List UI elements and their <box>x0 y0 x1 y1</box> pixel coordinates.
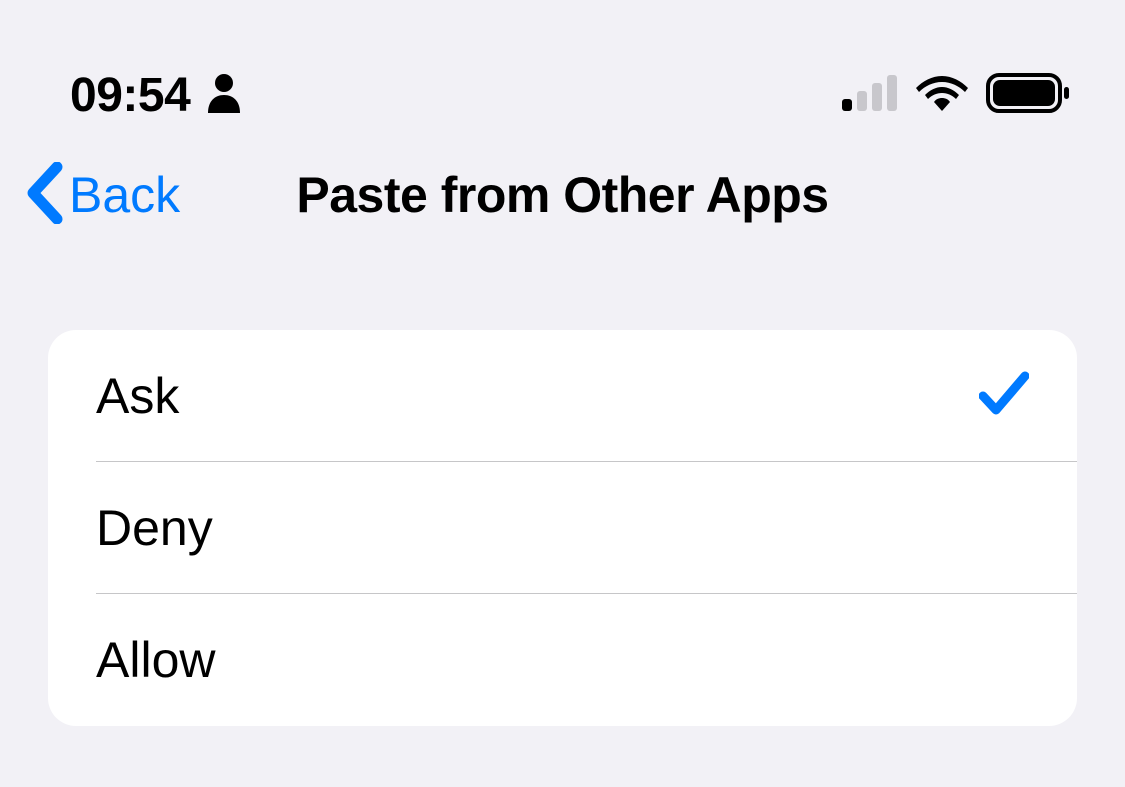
option-deny[interactable]: Deny <box>48 462 1077 594</box>
back-button[interactable]: Back <box>25 162 180 229</box>
cellular-signal-icon <box>842 75 898 116</box>
content-area: Ask Deny Allow <box>0 250 1125 726</box>
option-label: Deny <box>96 499 213 557</box>
status-bar-right <box>842 73 1070 118</box>
status-time: 09:54 <box>70 68 190 123</box>
option-ask[interactable]: Ask <box>48 330 1077 462</box>
navigation-bar: Back Paste from Other Apps <box>0 140 1125 250</box>
option-list: Ask Deny Allow <box>48 330 1077 726</box>
status-bar: 09:54 <box>0 0 1125 140</box>
status-bar-left: 09:54 <box>70 68 242 123</box>
checkmark-icon <box>979 370 1029 423</box>
battery-icon <box>986 73 1070 118</box>
wifi-icon <box>916 74 968 117</box>
person-icon <box>206 73 242 118</box>
chevron-left-icon <box>25 162 63 229</box>
option-allow[interactable]: Allow <box>48 594 1077 726</box>
back-label: Back <box>69 166 180 224</box>
option-label: Allow <box>96 631 215 689</box>
page-title: Paste from Other Apps <box>296 166 828 224</box>
option-label: Ask <box>96 367 179 425</box>
